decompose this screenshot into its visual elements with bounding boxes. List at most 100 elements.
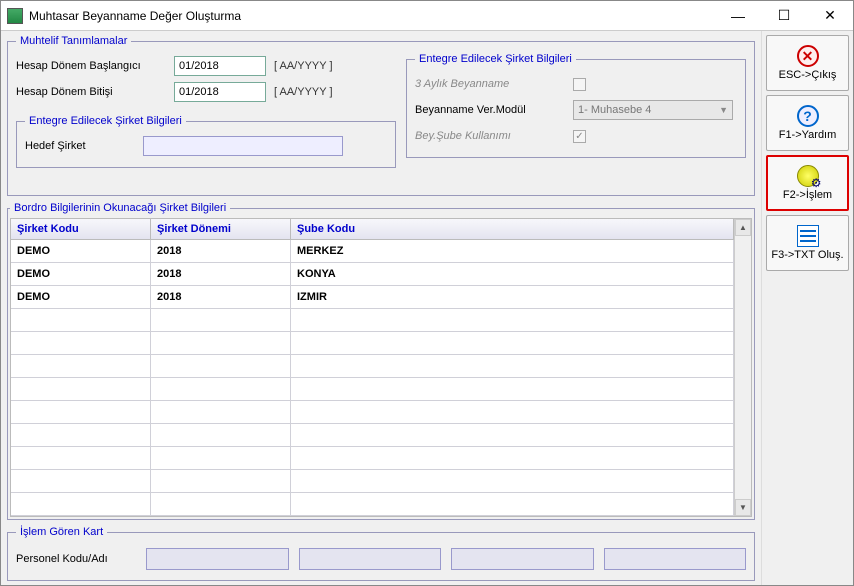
- table-row[interactable]: [11, 401, 734, 424]
- minimize-button[interactable]: ―: [715, 1, 761, 30]
- islem-fieldset: İşlem Gören Kart Personel Kodu/Adı: [7, 526, 755, 581]
- cell-sube: [291, 355, 734, 377]
- app-icon: [7, 8, 23, 24]
- cell-sube: [291, 309, 734, 331]
- vertical-scrollbar[interactable]: ▲ ▼: [734, 219, 751, 516]
- modul-value: 1- Muhasebe 4: [578, 104, 651, 116]
- table-row[interactable]: [11, 355, 734, 378]
- titlebar: Muhtasar Beyanname Değer Oluşturma ― ☐ ✕: [1, 1, 853, 31]
- cell-kod: [11, 332, 151, 354]
- document-icon: [797, 225, 819, 247]
- table-row[interactable]: [11, 424, 734, 447]
- cell-donem: [151, 332, 291, 354]
- personel-field-2: [299, 548, 442, 570]
- personel-field-4: [604, 548, 747, 570]
- sube-label: Bey.Şube Kullanımı: [415, 130, 565, 142]
- personel-label: Personel Kodu/Adı: [16, 553, 136, 565]
- col-sirket-donemi[interactable]: Şirket Dönemi: [151, 219, 291, 239]
- window-controls: ― ☐ ✕: [715, 1, 853, 30]
- modul-label: Beyanname Ver.Modül: [415, 104, 565, 116]
- sidebar: ✕ ESC->Çıkış ? F1->Yardım F2->İşlem F3->…: [761, 31, 853, 585]
- start-input[interactable]: [174, 56, 266, 76]
- cell-kod: DEMO: [11, 240, 151, 262]
- cell-donem: [151, 309, 291, 331]
- cell-donem: [151, 424, 291, 446]
- personel-field-3: [451, 548, 594, 570]
- window-title: Muhtasar Beyanname Değer Oluşturma: [29, 9, 715, 23]
- f3-button[interactable]: F3->TXT Oluş.: [766, 215, 849, 271]
- end-format: [ AA/YYYY ]: [274, 86, 333, 98]
- uc-aylik-checkbox: [573, 78, 586, 91]
- cell-donem: 2018: [151, 240, 291, 262]
- scroll-up-icon[interactable]: ▲: [735, 219, 751, 236]
- cell-donem: [151, 401, 291, 423]
- start-format: [ AA/YYYY ]: [274, 60, 333, 72]
- chevron-down-icon: ▼: [719, 105, 728, 115]
- muhtelif-legend: Muhtelif Tanımlamalar: [16, 35, 131, 47]
- personel-field-1: [146, 548, 289, 570]
- body: Muhtelif Tanımlamalar Hesap Dönem Başlan…: [1, 31, 853, 585]
- table-row[interactable]: [11, 332, 734, 355]
- cell-kod: [11, 401, 151, 423]
- cell-kod: [11, 378, 151, 400]
- grid-body: DEMO2018MERKEZDEMO2018KONYADEMO2018IZMIR: [11, 240, 734, 516]
- gear-icon: [797, 165, 819, 187]
- cell-sube: MERKEZ: [291, 240, 734, 262]
- table-row[interactable]: DEMO2018KONYA: [11, 263, 734, 286]
- bordro-legend: Bordro Bilgilerinin Okunacağı Şirket Bil…: [10, 202, 230, 214]
- main-panel: Muhtelif Tanımlamalar Hesap Dönem Başlan…: [1, 31, 761, 585]
- f3-label: F3->TXT Oluş.: [771, 249, 843, 261]
- entegre-fieldset: Entegre Edilecek Şirket Bilgileri 3 Aylı…: [406, 53, 746, 158]
- col-sirket-kodu[interactable]: Şirket Kodu: [11, 219, 151, 239]
- table-row[interactable]: [11, 378, 734, 401]
- cell-donem: 2018: [151, 286, 291, 308]
- f2-label: F2->İşlem: [783, 189, 832, 201]
- maximize-button[interactable]: ☐: [761, 1, 807, 30]
- f1-button[interactable]: ? F1->Yardım: [766, 95, 849, 151]
- muhtelif-fieldset: Muhtelif Tanımlamalar Hesap Dönem Başlan…: [7, 35, 755, 196]
- close-icon: ✕: [797, 45, 819, 67]
- cell-sube: [291, 470, 734, 492]
- cell-sube: [291, 401, 734, 423]
- close-button[interactable]: ✕: [807, 1, 853, 30]
- hedef-input[interactable]: [143, 136, 343, 156]
- f1-label: F1->Yardım: [779, 129, 837, 141]
- table-row[interactable]: [11, 470, 734, 493]
- hedef-legend: Entegre Edilecek Şirket Bilgileri: [25, 115, 186, 127]
- cell-kod: DEMO: [11, 263, 151, 285]
- cell-sube: [291, 424, 734, 446]
- cell-kod: [11, 470, 151, 492]
- islem-legend: İşlem Gören Kart: [16, 526, 107, 538]
- end-input[interactable]: [174, 82, 266, 102]
- f2-button[interactable]: F2->İşlem: [766, 155, 849, 211]
- scroll-down-icon[interactable]: ▼: [735, 499, 751, 516]
- table-row[interactable]: [11, 447, 734, 470]
- bordro-fieldset: Bordro Bilgilerinin Okunacağı Şirket Bil…: [7, 202, 755, 520]
- esc-label: ESC->Çıkış: [779, 69, 837, 81]
- entegre-legend: Entegre Edilecek Şirket Bilgileri: [415, 53, 576, 65]
- cell-sube: [291, 447, 734, 469]
- modul-select[interactable]: 1- Muhasebe 4 ▼: [573, 100, 733, 120]
- cell-kod: DEMO: [11, 286, 151, 308]
- cell-sube: IZMIR: [291, 286, 734, 308]
- cell-kod: [11, 424, 151, 446]
- table-row[interactable]: DEMO2018MERKEZ: [11, 240, 734, 263]
- cell-donem: [151, 470, 291, 492]
- cell-sube: [291, 378, 734, 400]
- sube-checkbox: ✓: [573, 130, 586, 143]
- cell-sube: KONYA: [291, 263, 734, 285]
- table-row[interactable]: [11, 309, 734, 332]
- cell-donem: [151, 378, 291, 400]
- esc-button[interactable]: ✕ ESC->Çıkış: [766, 35, 849, 91]
- col-sube-kodu[interactable]: Şube Kodu: [291, 219, 734, 239]
- hedef-label: Hedef Şirket: [25, 140, 135, 152]
- bordro-grid: Şirket Kodu Şirket Dönemi Şube Kodu DEMO…: [10, 218, 752, 517]
- cell-kod: [11, 309, 151, 331]
- app-window: Muhtasar Beyanname Değer Oluşturma ― ☐ ✕…: [0, 0, 854, 586]
- cell-kod: [11, 493, 151, 515]
- cell-donem: [151, 355, 291, 377]
- table-row[interactable]: DEMO2018IZMIR: [11, 286, 734, 309]
- table-row[interactable]: [11, 493, 734, 516]
- uc-aylik-label: 3 Aylık Beyanname: [415, 78, 565, 90]
- cell-sube: [291, 493, 734, 515]
